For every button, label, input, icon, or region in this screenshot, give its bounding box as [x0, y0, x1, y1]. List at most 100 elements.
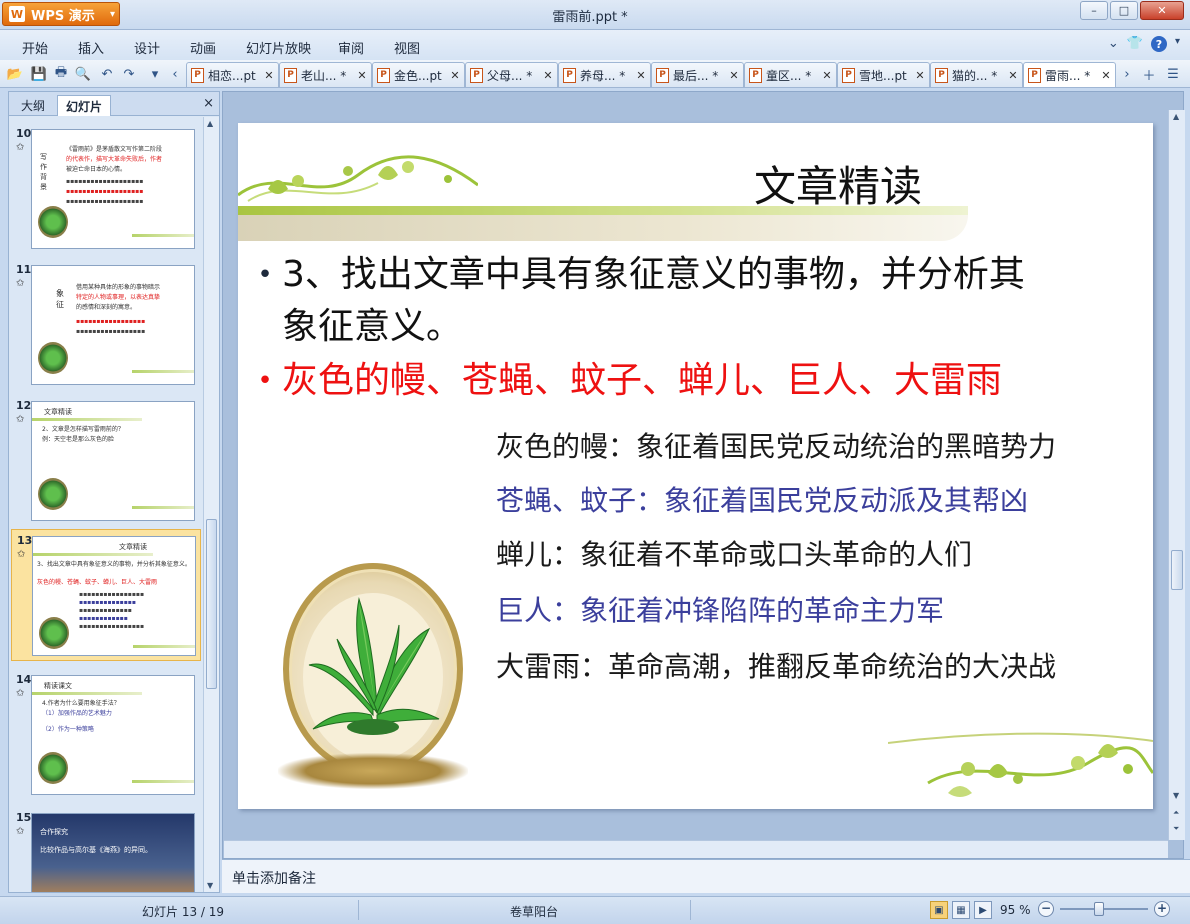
close-tab-icon[interactable]: ✕: [1007, 69, 1019, 82]
slide-preview: 象征 借用某种具体的形象的事物暗示 特定的人物或事理，以表达真挚 的感情和深刻的…: [31, 265, 195, 385]
window-title: 雷雨前.ppt *: [552, 10, 628, 25]
thumbnail-scrollbar[interactable]: ▲ ▼: [203, 117, 219, 892]
maximize-button[interactable]: □: [1110, 1, 1138, 20]
menu-insert[interactable]: 插入: [78, 38, 104, 57]
close-tab-icon[interactable]: ✕: [914, 69, 926, 82]
bullet-dot-icon: •: [257, 260, 273, 290]
print-icon[interactable]: 🖶: [52, 65, 70, 83]
open-folder-icon[interactable]: 📂: [6, 65, 24, 83]
minimize-button[interactable]: –: [1080, 1, 1108, 20]
close-tab-icon[interactable]: ✕: [821, 69, 833, 82]
symbol-line[interactable]: 苍蝇、蚊子：象征着国民党反动派及其帮凶: [496, 481, 1028, 521]
thumb-line: 的代表作，描写大革命失败后，作者: [66, 156, 163, 163]
redo-icon[interactable]: ↷: [120, 65, 138, 83]
plant-picture-frame[interactable]: [283, 563, 463, 775]
thumb-line: 《雷雨前》是茅盾散文写作第二阶段: [66, 146, 163, 153]
doc-tab[interactable]: P 养母... * ✕: [558, 62, 651, 87]
doc-tab[interactable]: P 猫的... * ✕: [930, 62, 1023, 87]
menu-design[interactable]: 设计: [134, 38, 160, 57]
shirt-skin-icon[interactable]: 👕: [1127, 36, 1143, 52]
menu-start[interactable]: 开始: [22, 38, 48, 57]
theme-name: 卷草阳台: [510, 905, 559, 919]
tabs-scroll-right-icon[interactable]: ›: [1118, 65, 1136, 83]
doc-tab[interactable]: P 相恋...pt ✕: [186, 62, 279, 87]
slide-sorter-view-button[interactable]: ▦: [952, 901, 970, 919]
tabs-scroll-left-icon[interactable]: ‹: [166, 65, 184, 83]
help-dropdown-icon[interactable]: ▾: [1175, 36, 1180, 52]
help-icon[interactable]: ?: [1150, 36, 1167, 52]
tab-slides[interactable]: 幻灯片: [57, 95, 112, 116]
slide-thumbnail-selected[interactable]: 13 ✩ 文章精读 3、找出文章中具有象征意义的事物，并分析其象征意义。 灰色的…: [11, 529, 201, 661]
menu-slideshow[interactable]: 幻灯片放映: [246, 38, 311, 57]
ppt-file-icon: P: [749, 67, 762, 83]
menu-review[interactable]: 审阅: [338, 38, 364, 57]
close-tab-icon[interactable]: ✕: [1100, 69, 1112, 82]
question-bullet[interactable]: • 3、找出文章中具有象征意义的事物，并分析其 象征意义。: [248, 249, 1025, 353]
zoom-slider-track[interactable]: [1060, 908, 1148, 910]
close-tab-icon[interactable]: ✕: [542, 69, 554, 82]
slide-preview: 文章精读 2、文章是怎样描写雷雨前的？ 例：天空老是那么灰色的脸: [31, 401, 195, 521]
slide-thumbnail[interactable]: 11 ✩ 象征 借用某种具体的形象的事物暗示 特定的人物或事理，以表达真挚 的感…: [11, 259, 201, 391]
slide-thumbnail[interactable]: 12 ✩ 文章精读 2、文章是怎样描写雷雨前的？ 例：天空老是那么灰色的脸: [11, 395, 201, 527]
zoom-in-button[interactable]: +: [1154, 901, 1170, 917]
thumb-line: 借用某种具体的形象的事物暗示: [76, 284, 161, 291]
doc-tab[interactable]: P 金色...pt ✕: [372, 62, 465, 87]
scroll-up-icon[interactable]: ▲: [1173, 112, 1179, 121]
menu-animation[interactable]: 动画: [190, 38, 216, 57]
symbol-line[interactable]: 灰色的幔：象征着国民党反动统治的黑暗势力: [496, 427, 1056, 467]
scroll-thumb[interactable]: [206, 519, 217, 689]
previous-slide-icon[interactable]: ⏶: [1173, 808, 1179, 818]
new-tab-icon[interactable]: ＋: [1140, 65, 1158, 84]
menu-view[interactable]: 视图: [394, 38, 420, 57]
slide-thumbnail[interactable]: 10 ✩ 写作背景 《雷雨前》是茅盾散文写作第二阶段 的代表作，描写大革命失败后…: [11, 123, 201, 255]
save-icon[interactable]: 💾: [30, 65, 48, 83]
scroll-down-icon[interactable]: ▼: [207, 881, 213, 890]
doc-tab-active[interactable]: P 雷雨... * ✕: [1023, 62, 1116, 87]
notes-pane[interactable]: 单击添加备注: [222, 859, 1190, 893]
ribbon-collapse-icon[interactable]: ⌄: [1108, 36, 1119, 52]
slide-thumbnail[interactable]: 15 ✩ 合作探究 比较作品与高尔基《海燕》的异同。: [11, 807, 201, 892]
close-button[interactable]: ✕: [1140, 1, 1184, 20]
doc-tab-label: 童区... *: [766, 68, 812, 83]
doc-tab[interactable]: P 父母... * ✕: [465, 62, 558, 87]
slide-number: 11: [16, 263, 32, 276]
normal-view-button[interactable]: ▣: [930, 901, 948, 919]
thumb-title: 合作探究: [40, 828, 68, 836]
print-preview-icon[interactable]: 🔍: [74, 65, 92, 83]
close-tab-icon[interactable]: ✕: [635, 69, 647, 82]
next-slide-icon[interactable]: ⏷: [1173, 824, 1179, 834]
answer-bullet[interactable]: • 灰色的幔、苍蝇、蚊子、蝉儿、巨人、大雷雨: [248, 355, 1002, 407]
doc-tab[interactable]: P 老山... * ✕: [279, 62, 372, 87]
tab-list-icon[interactable]: ☰: [1164, 65, 1182, 83]
horizontal-scrollbar[interactable]: [224, 840, 1168, 858]
scroll-up-icon[interactable]: ▲: [207, 119, 213, 128]
close-tab-icon[interactable]: ✕: [356, 69, 368, 82]
animation-star-icon: ✩: [16, 278, 25, 289]
symbol-line[interactable]: 蝉儿：象征着不革命或口头革命的人们: [496, 535, 972, 575]
close-tab-icon[interactable]: ✕: [263, 69, 275, 82]
slide-thumbnail[interactable]: 14 ✩ 精读课文 4.作者为什么要用象征手法？ （1）加强作品的艺术魅力 （2…: [11, 669, 201, 801]
zoom-slider-thumb[interactable]: [1094, 902, 1104, 916]
slide-scrollbar[interactable]: ▲ ▼ ⏶ ⏷: [1168, 110, 1185, 840]
doc-tab[interactable]: P 最后... * ✕: [651, 62, 744, 87]
doc-tab[interactable]: P 雪地...pt ✕: [837, 62, 930, 87]
doc-tab-label: 父母... *: [487, 68, 533, 83]
close-tab-icon[interactable]: ✕: [449, 69, 461, 82]
scroll-down-icon[interactable]: ▼: [1173, 791, 1179, 800]
panel-close-icon[interactable]: ×: [203, 96, 214, 111]
zoom-out-button[interactable]: −: [1038, 901, 1054, 917]
doc-tab[interactable]: P 童区... * ✕: [744, 62, 837, 87]
toolbar-dropdown-icon[interactable]: ▾: [146, 65, 164, 83]
wps-menu-button[interactable]: W WPS 演示 ▾: [2, 2, 120, 26]
undo-icon[interactable]: ↶: [98, 65, 116, 83]
ppt-file-icon: P: [284, 67, 297, 83]
symbol-line[interactable]: 大雷雨：革命高潮，推翻反革命统治的大决战: [496, 647, 1056, 687]
slide-canvas[interactable]: 文章精读 • 3、找出文章中具有象征意义的事物，并分析其 象征意义。 • 灰色的…: [238, 123, 1153, 809]
scroll-thumb[interactable]: [1171, 550, 1183, 590]
close-tab-icon[interactable]: ✕: [728, 69, 740, 82]
symbol-line[interactable]: 巨人：象征着冲锋陷阵的革命主力军: [496, 591, 944, 631]
slideshow-view-button[interactable]: ▶: [974, 901, 992, 919]
slide-title[interactable]: 文章精读: [708, 153, 968, 214]
slide-preview: 文章精读 3、找出文章中具有象征意义的事物，并分析其象征意义。 灰色的幔、苍蝇、…: [32, 536, 196, 656]
tab-outline[interactable]: 大纲: [13, 95, 53, 116]
